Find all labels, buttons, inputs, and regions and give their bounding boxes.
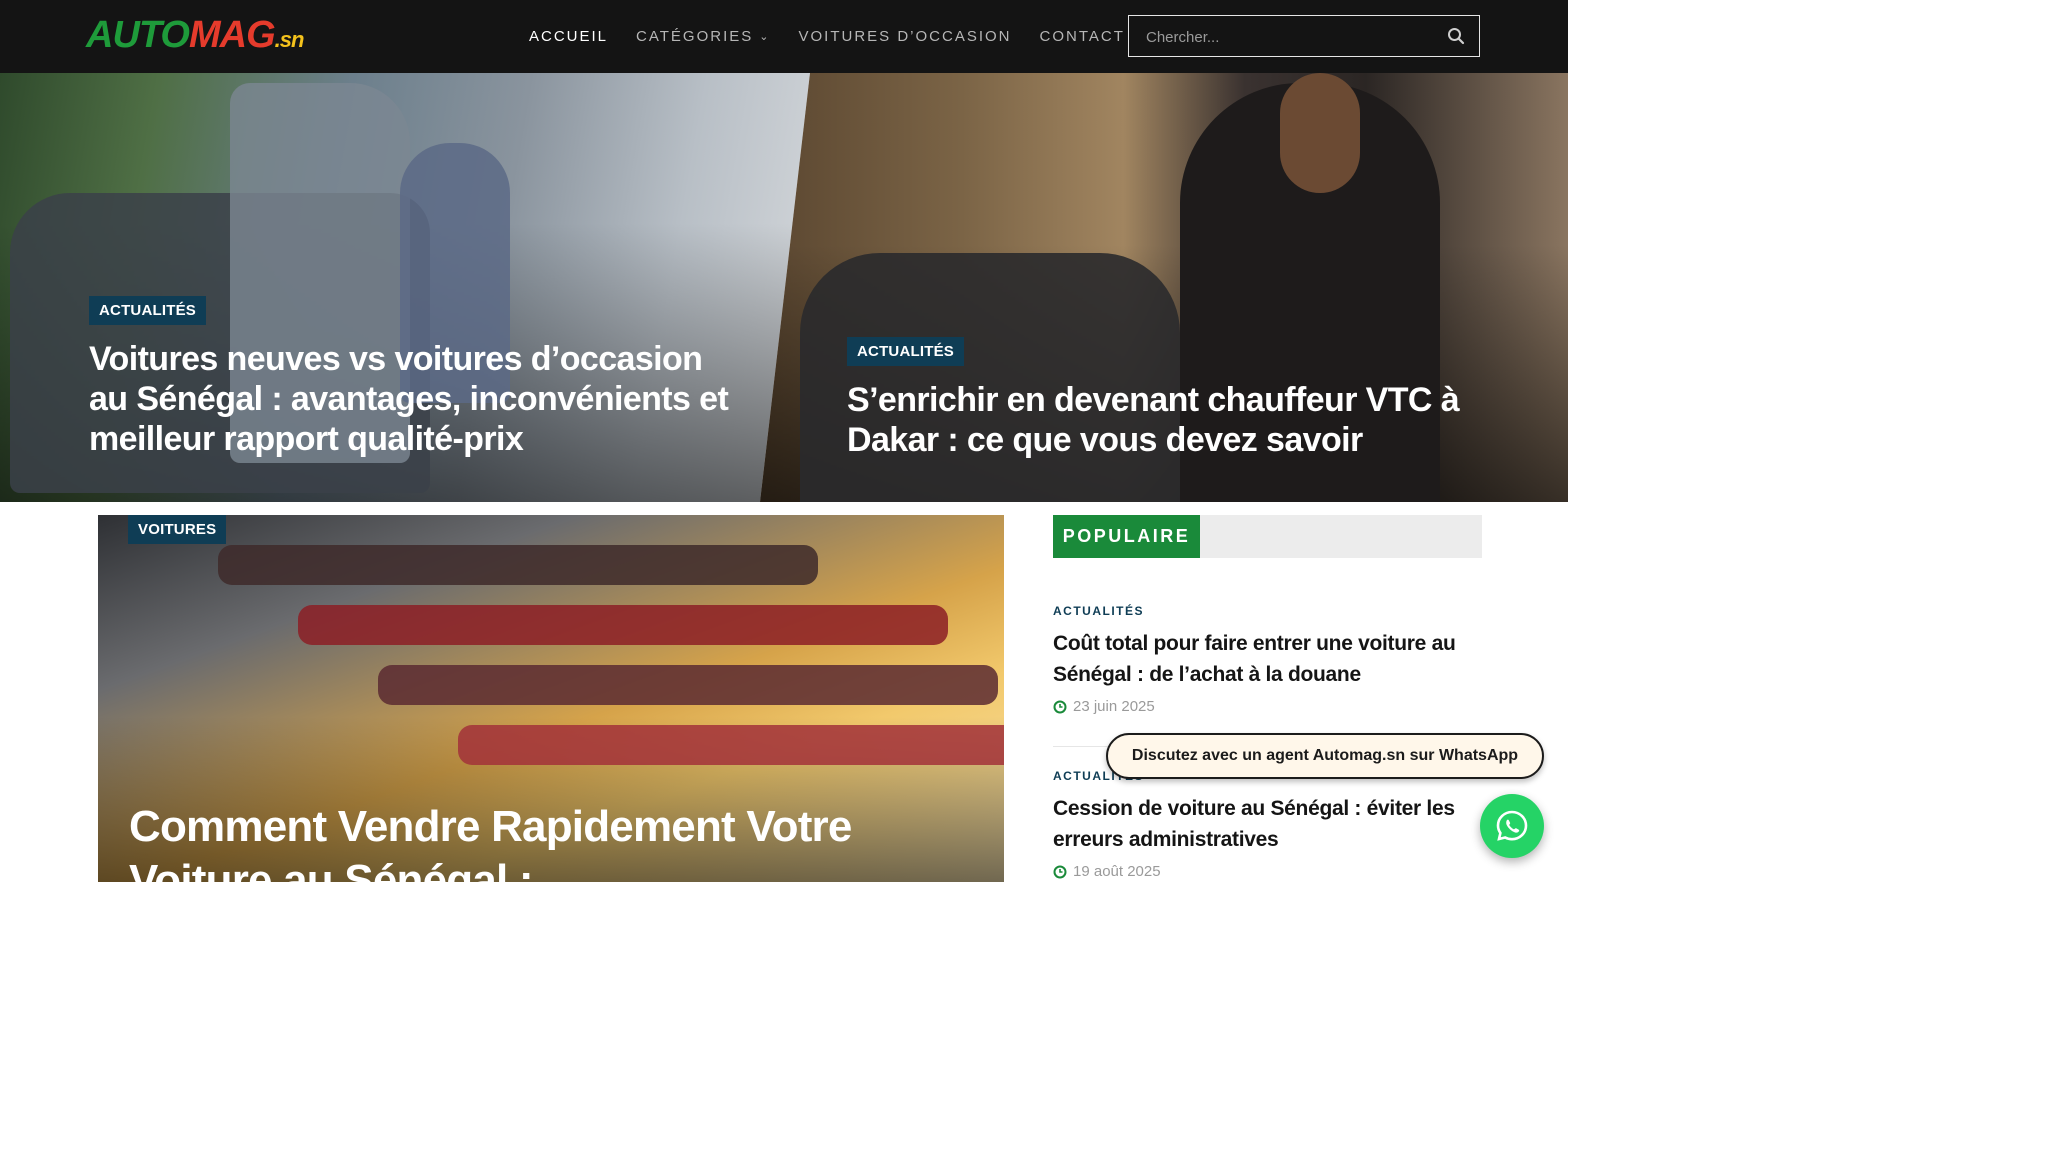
nav-voitures-occasion[interactable]: VOITURES D’OCCASION (799, 28, 1012, 45)
nav-accueil[interactable]: ACCUEIL (529, 28, 608, 45)
popular-header: POPULAIRE (1053, 515, 1482, 558)
logo-suffix: .sn (274, 27, 305, 52)
search-icon[interactable] (1447, 27, 1465, 45)
feature-category-badge[interactable]: VOITURES (128, 515, 227, 544)
search-box (1128, 15, 1480, 58)
chevron-down-icon: ⌄ (759, 31, 771, 43)
whatsapp-button[interactable] (1480, 794, 1544, 858)
clock-icon (1053, 865, 1067, 878)
nav-label: CONTACT (1039, 28, 1125, 45)
popular-item-date-text: 19 août 2025 (1073, 863, 1161, 880)
nav-categories[interactable]: CATÉGORIES ⌄ (636, 28, 770, 45)
popular-item-date-text: 23 juin 2025 (1073, 698, 1155, 715)
popular-tab[interactable]: POPULAIRE (1053, 515, 1200, 558)
site-header: AUTOMAG.sn ACCUEIL CATÉGORIES ⌄ VOITURES … (0, 0, 1568, 73)
car-row-shape (378, 665, 998, 705)
popular-item-title[interactable]: Coût total pour faire entrer une voiture… (1053, 628, 1482, 690)
popular-item-title[interactable]: Cession de voiture au Sénégal : éviter l… (1053, 793, 1482, 855)
hero-left-title[interactable]: Voitures neuves vs voitures d’occasion a… (89, 339, 729, 459)
car-row-shape (218, 545, 818, 585)
hero-left-category-badge[interactable]: ACTUALITÉS (89, 296, 206, 325)
whatsapp-chat-bubble[interactable]: Discutez avec un agent Automag.sn sur Wh… (1106, 733, 1544, 779)
logo-auto: AUTO (86, 14, 190, 56)
featured-article-image[interactable]: VOITURES Comment Vendre Rapidement Votre… (98, 515, 1004, 882)
nav-label: ACCUEIL (529, 28, 609, 45)
popular-item-date: 19 août 2025 (1053, 863, 1482, 880)
hero-right-title[interactable]: S’enrichir en devenant chauffeur VTC à D… (847, 380, 1527, 460)
whatsapp-icon (1496, 810, 1528, 841)
search-input[interactable] (1129, 16, 1448, 58)
nav-label: VOITURES D’OCCASION (798, 28, 1012, 45)
hero-man-head-shape (1280, 73, 1360, 193)
popular-item-date: 23 juin 2025 (1053, 698, 1482, 715)
main-nav: ACCUEIL CATÉGORIES ⌄ VOITURES D’OCCASION … (529, 0, 1153, 73)
logo-mag: MAG (188, 14, 276, 56)
popular-item-category[interactable]: ACTUALITÉS (1053, 604, 1482, 618)
nav-label: CATÉGORIES (636, 28, 754, 45)
car-row-shape (298, 605, 948, 645)
feature-title[interactable]: Comment Vendre Rapidement Votre Voiture … (129, 800, 949, 882)
car-row-shape (458, 725, 1004, 765)
popular-item: ACTUALITÉS Coût total pour faire entrer … (1053, 604, 1482, 715)
hero-right-category-badge[interactable]: ACTUALITÉS (847, 337, 964, 366)
nav-contact[interactable]: CONTACT (1040, 28, 1125, 45)
clock-icon (1053, 700, 1067, 713)
hero-section: ACTUALITÉS Voitures neuves vs voitures d… (0, 73, 1568, 502)
popular-item: ACTUALITÉS Cession de voiture au Sénégal… (1053, 769, 1482, 880)
site-logo[interactable]: AUTOMAG.sn (86, 14, 305, 58)
hero-darkcar-shape (800, 253, 1180, 502)
